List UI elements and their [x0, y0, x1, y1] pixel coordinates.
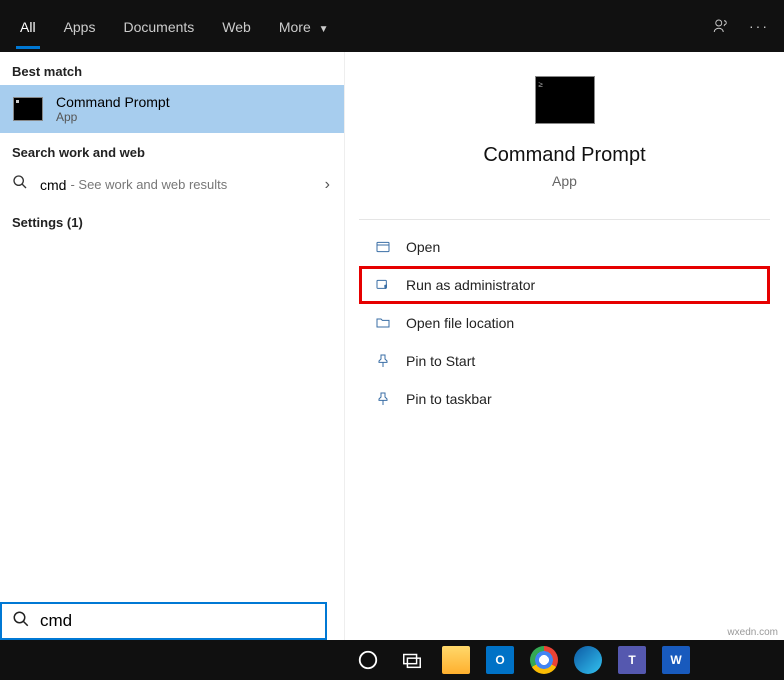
word-icon[interactable]: W	[662, 646, 690, 674]
action-fileloc-label: Open file location	[406, 315, 514, 331]
action-pin-start[interactable]: Pin to Start	[359, 342, 770, 380]
action-pinstart-label: Pin to Start	[406, 353, 475, 369]
best-match-header: Best match	[0, 52, 344, 85]
action-pin-taskbar[interactable]: Pin to taskbar	[359, 380, 770, 418]
teams-icon[interactable]: T	[618, 646, 646, 674]
search-icon	[12, 610, 30, 633]
tab-apps[interactable]: Apps	[50, 3, 110, 49]
tab-more[interactable]: More ▼	[265, 3, 343, 49]
file-explorer-icon[interactable]	[442, 646, 470, 674]
search-tabs: All Apps Documents Web More ▼ ···	[0, 0, 784, 52]
action-open-label: Open	[406, 239, 440, 255]
preview-column: Command Prompt App Open Run as administr…	[344, 52, 784, 640]
result-command-prompt[interactable]: Command Prompt App	[0, 85, 344, 133]
results-column: Best match Command Prompt App Search wor…	[0, 52, 344, 640]
web-search-query: cmd	[40, 177, 66, 193]
action-open[interactable]: Open	[359, 228, 770, 266]
pin-taskbar-icon	[372, 391, 394, 407]
cortana-icon[interactable]	[346, 640, 390, 680]
tab-web[interactable]: Web	[208, 3, 265, 49]
settings-header: Settings (1)	[0, 203, 344, 236]
search-input[interactable]	[40, 611, 315, 631]
separator	[359, 219, 770, 220]
pin-start-icon	[372, 353, 394, 369]
admin-shield-icon	[372, 277, 394, 293]
folder-icon	[372, 315, 394, 331]
preview-subtitle: App	[552, 173, 577, 189]
watermark: wxedn.com	[727, 627, 778, 638]
tab-all[interactable]: All	[6, 3, 50, 49]
search-web-header: Search work and web	[0, 133, 344, 166]
tab-more-label: More	[279, 19, 311, 35]
taskbar-search-box[interactable]	[0, 602, 327, 640]
action-run-as-admin[interactable]: Run as administrator	[359, 266, 770, 304]
taskbar: O T W	[0, 640, 784, 680]
action-pintaskbar-label: Pin to taskbar	[406, 391, 492, 407]
more-options-icon[interactable]: ···	[740, 18, 778, 34]
open-icon	[372, 239, 394, 255]
chevron-right-icon[interactable]: ›	[325, 176, 330, 194]
preview-title: Command Prompt	[483, 144, 645, 167]
outlook-icon[interactable]: O	[486, 646, 514, 674]
action-admin-label: Run as administrator	[406, 277, 535, 293]
edge-icon[interactable]	[574, 646, 602, 674]
action-open-file-location[interactable]: Open file location	[359, 304, 770, 342]
chevron-down-icon: ▼	[319, 24, 329, 35]
result-title: Command Prompt	[56, 94, 170, 110]
web-search-hint: - See work and web results	[70, 177, 227, 192]
feedback-icon[interactable]	[702, 17, 740, 35]
command-prompt-icon	[12, 93, 44, 125]
task-view-icon[interactable]	[390, 640, 434, 680]
preview-app-icon	[535, 76, 595, 124]
action-list: Open Run as administrator Open file loca…	[345, 228, 784, 418]
search-icon	[12, 174, 28, 195]
chrome-icon[interactable]	[530, 646, 558, 674]
result-subtitle: App	[56, 110, 170, 124]
tab-documents[interactable]: Documents	[109, 3, 208, 49]
web-search-cmd[interactable]: cmd - See work and web results ›	[0, 166, 344, 203]
start-search-panel: All Apps Documents Web More ▼ ··· Best m…	[0, 0, 784, 640]
